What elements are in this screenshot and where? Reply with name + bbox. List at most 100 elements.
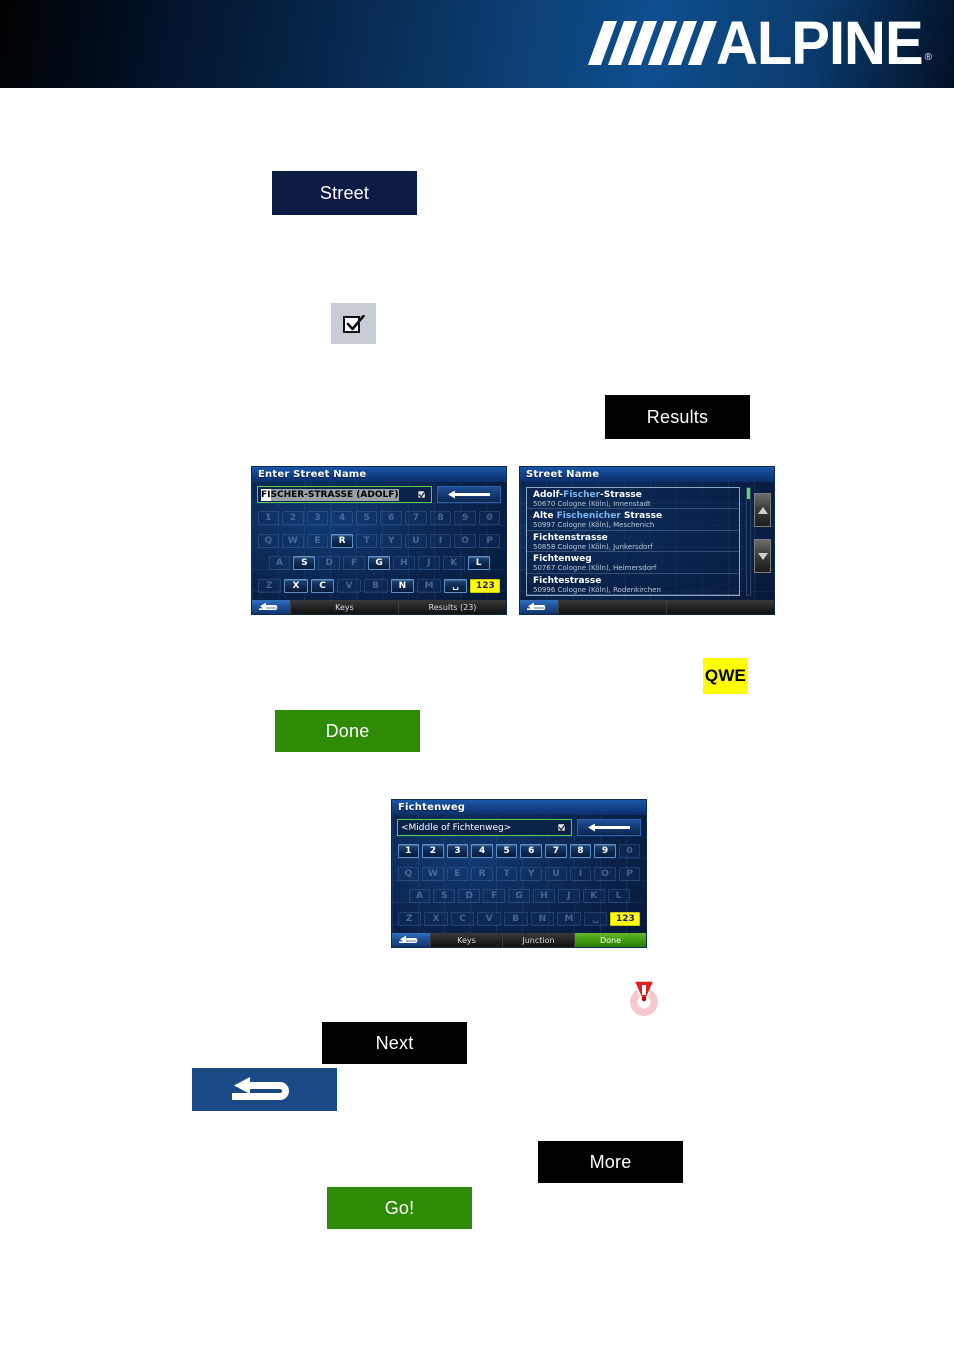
- key-r[interactable]: R: [331, 533, 353, 548]
- key-5[interactable]: 5: [355, 511, 378, 526]
- key-j[interactable]: J: [557, 889, 580, 904]
- key-l[interactable]: L: [467, 556, 490, 571]
- key-t[interactable]: T: [495, 866, 518, 881]
- key-r[interactable]: R: [471, 866, 493, 881]
- street-name-input[interactable]: FI SCHER-STRASSE (ADOLF): [257, 486, 432, 503]
- scrollbar-thumb[interactable]: [747, 488, 750, 499]
- key-a[interactable]: A: [268, 556, 291, 571]
- list-item[interactable]: Fichtestrasse 50996 Cologne (Köln), Rode…: [527, 574, 739, 595]
- key-i[interactable]: I: [429, 533, 452, 548]
- key-g[interactable]: G: [368, 556, 390, 571]
- key-o[interactable]: O: [594, 866, 616, 881]
- key-n[interactable]: N: [390, 578, 415, 593]
- key-1[interactable]: 1: [397, 844, 420, 859]
- scroll-down-button[interactable]: [754, 539, 771, 573]
- key-space[interactable]: ␣: [443, 578, 468, 593]
- key-z[interactable]: Z: [397, 911, 422, 926]
- key-2[interactable]: 2: [282, 511, 304, 526]
- key-e[interactable]: E: [306, 533, 329, 548]
- key-1[interactable]: 1: [257, 511, 280, 526]
- list-item[interactable]: Alte Fischenicher Strasse 50997 Cologne …: [527, 509, 739, 531]
- key-8[interactable]: 8: [429, 511, 452, 526]
- key-p[interactable]: P: [478, 533, 501, 548]
- key-q[interactable]: Q: [397, 866, 420, 881]
- bottom-keys-label[interactable]: Keys: [430, 933, 502, 947]
- key-n[interactable]: N: [530, 911, 555, 926]
- back-button[interactable]: [192, 1068, 337, 1111]
- done-button[interactable]: Done: [275, 710, 420, 752]
- checkbox-checked-icon[interactable]: [417, 489, 427, 499]
- key-b[interactable]: B: [503, 911, 528, 926]
- bottom-junction-label[interactable]: Junction: [502, 933, 574, 947]
- onscreen-keyboard[interactable]: 1 2 3 4 5 6 7 8 9 0 Q W E R T Y U I O P …: [396, 840, 642, 930]
- key-w[interactable]: W: [422, 866, 444, 881]
- key-o[interactable]: O: [454, 533, 476, 548]
- key-h[interactable]: H: [532, 889, 555, 904]
- backspace-button[interactable]: [577, 819, 641, 836]
- list-item[interactable]: Fichtenweg 50767 Cologne (Köln), Heimers…: [527, 552, 739, 574]
- key-g[interactable]: G: [508, 889, 530, 904]
- bottom-back-button[interactable]: [520, 600, 558, 614]
- key-s[interactable]: S: [293, 556, 316, 571]
- key-i[interactable]: I: [569, 866, 592, 881]
- key-c[interactable]: C: [450, 911, 475, 926]
- key-6[interactable]: 6: [380, 511, 403, 526]
- go-button[interactable]: Go!: [327, 1187, 472, 1229]
- key-0[interactable]: 0: [478, 511, 501, 526]
- key-k[interactable]: K: [582, 889, 605, 904]
- checkbox-icon-callout[interactable]: [331, 303, 376, 344]
- key-v[interactable]: V: [477, 911, 501, 926]
- key-q[interactable]: Q: [257, 533, 280, 548]
- house-number-input[interactable]: <Middle of Fichtenweg>: [397, 819, 572, 836]
- key-2[interactable]: 2: [422, 844, 444, 859]
- key-x[interactable]: X: [424, 911, 448, 926]
- key-9[interactable]: 9: [454, 511, 476, 526]
- key-y[interactable]: Y: [520, 866, 543, 881]
- checkbox-checked-icon[interactable]: [557, 822, 567, 832]
- key-0[interactable]: 0: [618, 844, 641, 859]
- qwe-button[interactable]: QWE: [703, 658, 748, 694]
- key-u[interactable]: U: [405, 533, 427, 548]
- key-x[interactable]: X: [284, 578, 308, 593]
- key-space[interactable]: ␣: [583, 911, 608, 926]
- key-w[interactable]: W: [282, 533, 304, 548]
- key-m[interactable]: M: [557, 911, 581, 926]
- key-4[interactable]: 4: [471, 844, 493, 859]
- key-d[interactable]: D: [318, 556, 341, 571]
- onscreen-keyboard[interactable]: 1 2 3 4 5 6 7 8 9 0 Q W E R T Y U I O P …: [256, 507, 502, 597]
- key-f[interactable]: F: [343, 556, 366, 571]
- key-h[interactable]: H: [392, 556, 415, 571]
- key-a[interactable]: A: [408, 889, 431, 904]
- key-z[interactable]: Z: [257, 578, 282, 593]
- key-4[interactable]: 4: [331, 511, 353, 526]
- key-m[interactable]: M: [417, 578, 441, 593]
- key-7[interactable]: 7: [545, 844, 567, 859]
- key-3[interactable]: 3: [306, 511, 329, 526]
- list-item[interactable]: Adolf-Fischer-Strasse 50670 Cologne (Köl…: [527, 488, 739, 510]
- key-7[interactable]: 7: [405, 511, 427, 526]
- key-b[interactable]: B: [363, 578, 388, 593]
- key-s[interactable]: S: [433, 889, 456, 904]
- key-9[interactable]: 9: [594, 844, 616, 859]
- next-button[interactable]: Next: [322, 1022, 467, 1064]
- key-numeric-toggle[interactable]: 123: [470, 578, 501, 593]
- backspace-button[interactable]: [437, 486, 501, 503]
- key-l[interactable]: L: [607, 889, 630, 904]
- street-button[interactable]: Street: [272, 171, 417, 215]
- key-y[interactable]: Y: [380, 533, 403, 548]
- key-k[interactable]: K: [442, 556, 465, 571]
- key-numeric-toggle[interactable]: 123: [610, 911, 641, 926]
- key-8[interactable]: 8: [569, 844, 592, 859]
- key-c[interactable]: C: [310, 578, 335, 593]
- bottom-back-button[interactable]: [392, 933, 430, 947]
- bottom-done-label[interactable]: Done: [574, 933, 646, 947]
- bottom-back-button[interactable]: [252, 600, 290, 614]
- key-f[interactable]: F: [483, 889, 506, 904]
- key-u[interactable]: U: [545, 866, 567, 881]
- key-e[interactable]: E: [446, 866, 469, 881]
- more-button[interactable]: More: [538, 1141, 683, 1183]
- bottom-results-label[interactable]: Results (23): [398, 600, 506, 614]
- key-j[interactable]: J: [417, 556, 440, 571]
- key-t[interactable]: T: [355, 533, 378, 548]
- key-6[interactable]: 6: [520, 844, 543, 859]
